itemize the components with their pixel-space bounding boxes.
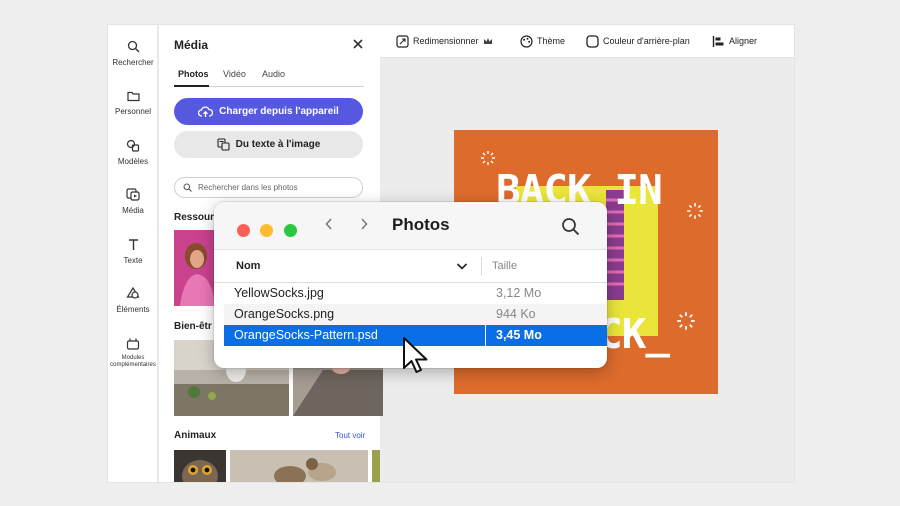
sparkle-icon [677, 312, 695, 330]
upload-button-label: Charger depuis l'appareil [219, 106, 339, 117]
theme-button[interactable]: Thème [520, 34, 565, 48]
art-headline-line2: CK_ [598, 310, 670, 358]
text-icon [128, 239, 138, 250]
rail-label: Modèles [117, 157, 149, 166]
window-title: Photos [392, 215, 450, 234]
top-toolbar: Redimensionner Thème Couleur d'arrière-p… [380, 25, 794, 58]
rail-label: Média [122, 206, 144, 215]
section-title: Animaux [174, 430, 217, 441]
rail-label: Texte [123, 256, 143, 265]
close-window-button[interactable] [237, 224, 250, 237]
rail-item-elements[interactable]: Éléments [108, 287, 158, 314]
rail-item-templates[interactable]: Modèles [108, 139, 158, 166]
file-size: 944 Ko [496, 307, 536, 321]
active-tab-indicator [174, 85, 209, 87]
resize-icon [396, 34, 409, 48]
minimize-window-button[interactable] [260, 224, 273, 237]
rail-item-media[interactable]: Média [108, 188, 158, 215]
background-color-label: Couleur d'arrière-plan [603, 36, 690, 46]
file-name: YellowSocks.jpg [234, 286, 324, 300]
rail-item-personal[interactable]: Personnel [108, 90, 158, 116]
tab-video[interactable]: Vidéo [223, 69, 246, 79]
background-color-button[interactable]: Couleur d'arrière-plan [586, 34, 690, 48]
align-left-icon [712, 35, 724, 47]
search-icon[interactable] [561, 217, 580, 236]
photo-thumbnail[interactable] [174, 450, 226, 482]
section-title: Bien-êtr [174, 321, 212, 332]
back-chevron-icon[interactable] [324, 217, 334, 231]
media-icon [126, 188, 140, 201]
forward-chevron-icon[interactable] [359, 217, 369, 231]
photo-search-input[interactable]: Rechercher dans les photos [174, 177, 363, 198]
search-icon [127, 40, 139, 53]
photo-thumbnail[interactable] [174, 230, 219, 306]
upload-button[interactable]: Charger depuis l'appareil [174, 98, 363, 125]
tab-photos[interactable]: Photos [178, 69, 209, 79]
theme-label: Thème [537, 36, 566, 46]
resize-label: Redimensionner [413, 36, 479, 46]
addons-icon [126, 338, 140, 350]
elements-icon [126, 287, 140, 299]
woman-photo [174, 230, 219, 306]
file-row[interactable]: OrangeSocks.png 944 Ko [224, 304, 607, 325]
rail-label: Personnel [114, 107, 152, 116]
name-column-header[interactable]: Nom [236, 260, 260, 272]
rail-item-search[interactable]: Rechercher [108, 40, 158, 67]
section-title: Ressour [174, 212, 215, 223]
window-title-bar: Photos [214, 202, 607, 250]
search-placeholder: Rechercher dans les photos [198, 183, 298, 192]
column-divider [481, 257, 482, 276]
owl-photo [174, 450, 226, 482]
photo-thumbnail[interactable] [230, 450, 368, 482]
upload-cloud-icon [198, 105, 214, 117]
resize-button[interactable]: Redimensionner [396, 34, 493, 48]
column-header: Nom Taille [214, 250, 607, 283]
close-icon[interactable] [351, 37, 365, 51]
rail-item-addons[interactable]: Modules complémentaires [108, 337, 158, 369]
file-name: OrangeSocks.png [234, 307, 335, 321]
file-row[interactable]: YellowSocks.jpg 3,12 Mo [224, 283, 607, 304]
file-size: 3,12 Mo [496, 286, 542, 300]
rail-item-text[interactable]: Texte [108, 238, 158, 265]
birds-photo [230, 450, 368, 482]
text-to-image-label: Du texte à l'image [235, 139, 321, 150]
templates-icon [126, 139, 140, 152]
premium-crown-icon [483, 38, 492, 44]
background-color-icon [586, 34, 599, 48]
rail-label: Rechercher [112, 58, 154, 67]
sparkle-icon [687, 203, 703, 219]
rail-label: Modules complémentaires [110, 355, 156, 368]
rail-label: Éléments [116, 305, 150, 314]
file-name: OrangeSocks-Pattern.psd [234, 328, 378, 342]
tab-audio[interactable]: Audio [262, 69, 285, 79]
chevron-down-icon[interactable] [456, 262, 468, 271]
zoom-window-button[interactable] [284, 224, 297, 237]
text-to-image-button[interactable]: Du texte à l'image [174, 131, 363, 158]
left-rail: Rechercher Personnel Modèles Média Texte… [108, 25, 158, 482]
mouse-cursor-icon [403, 337, 428, 373]
file-size: 3,45 Mo [496, 328, 542, 342]
align-label: Aligner [729, 36, 758, 46]
text-to-image-icon [217, 138, 230, 151]
see-all-link[interactable]: Tout voir [335, 431, 365, 440]
panel-title: Média [174, 38, 209, 52]
column-divider [485, 325, 486, 346]
align-button[interactable]: Aligner [712, 34, 757, 48]
search-icon [183, 183, 192, 192]
size-column-header[interactable]: Taille [492, 260, 517, 272]
palette-icon [520, 34, 533, 48]
photo-thumbnail[interactable] [372, 450, 380, 482]
media-tabs: Photos Vidéo Audio [174, 69, 364, 87]
sparkle-icon [481, 151, 495, 165]
folder-icon [126, 91, 140, 102]
